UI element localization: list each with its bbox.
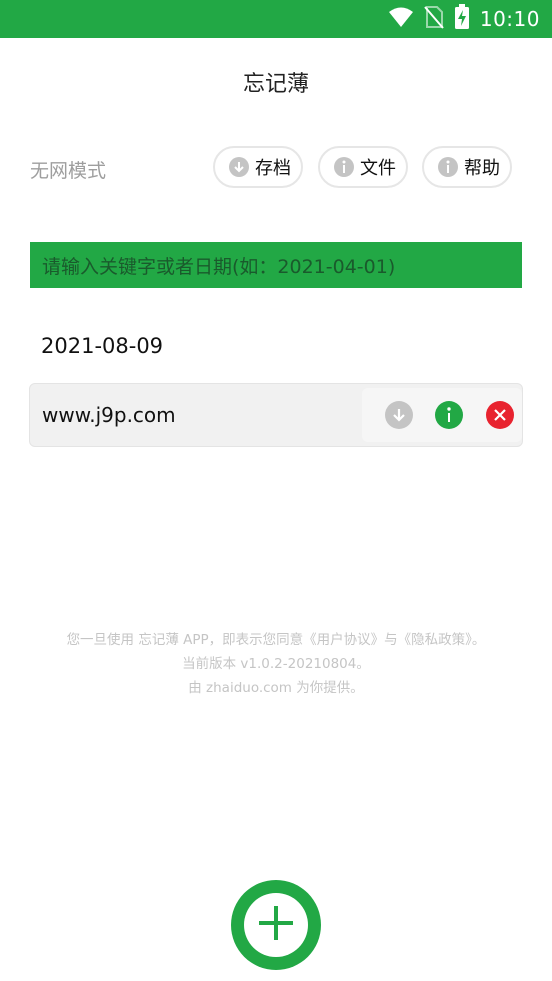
fab-inner (244, 893, 308, 957)
delete-icon[interactable] (486, 401, 514, 429)
file-button-label: 文件 (360, 158, 396, 179)
status-bar: 10:10 (0, 0, 552, 38)
offline-mode-label: 无网模式 (30, 160, 107, 182)
note-item-text: www.j9p.com (42, 403, 176, 427)
footer-version: 当前版本 v1.0.2-20210804。 (182, 656, 370, 672)
plus-icon (256, 903, 296, 947)
add-note-button[interactable] (231, 880, 321, 970)
status-time: 10:10 (479, 7, 540, 31)
info-icon[interactable] (435, 401, 463, 429)
note-actions (362, 388, 522, 442)
page-title: 忘记薄 (242, 72, 309, 97)
battery-charging-icon (454, 4, 470, 34)
status-icons: 10:10 (388, 0, 540, 38)
footer-provider: 由 zhaiduo.com 为你提供。 (188, 680, 364, 696)
download-icon[interactable] (385, 401, 413, 429)
help-button[interactable]: 帮助 (422, 146, 512, 188)
info-icon (438, 157, 458, 177)
archive-button[interactable]: 存档 (213, 146, 303, 188)
note-item[interactable]: www.j9p.com (29, 383, 523, 447)
search-placeholder: 请输入关键字或者日期(如：2021-04-01) (42, 255, 396, 278)
footer-agreement: 您一旦使用 忘记薄 APP，即表示您同意《用户协议》与《隐私政策》。 (66, 632, 486, 648)
search-input[interactable]: 请输入关键字或者日期(如：2021-04-01) (30, 242, 522, 288)
archive-button-label: 存档 (255, 158, 291, 179)
footer-notice: 您一旦使用 忘记薄 APP，即表示您同意《用户协议》与《隐私政策》。 当前版本 … (0, 628, 552, 700)
wifi-icon (388, 6, 414, 32)
note-date-header: 2021-08-09 (41, 334, 164, 358)
file-button[interactable]: 文件 (318, 146, 408, 188)
download-icon (229, 157, 249, 177)
info-icon (334, 157, 354, 177)
no-sim-icon (424, 5, 444, 33)
help-button-label: 帮助 (464, 158, 500, 179)
